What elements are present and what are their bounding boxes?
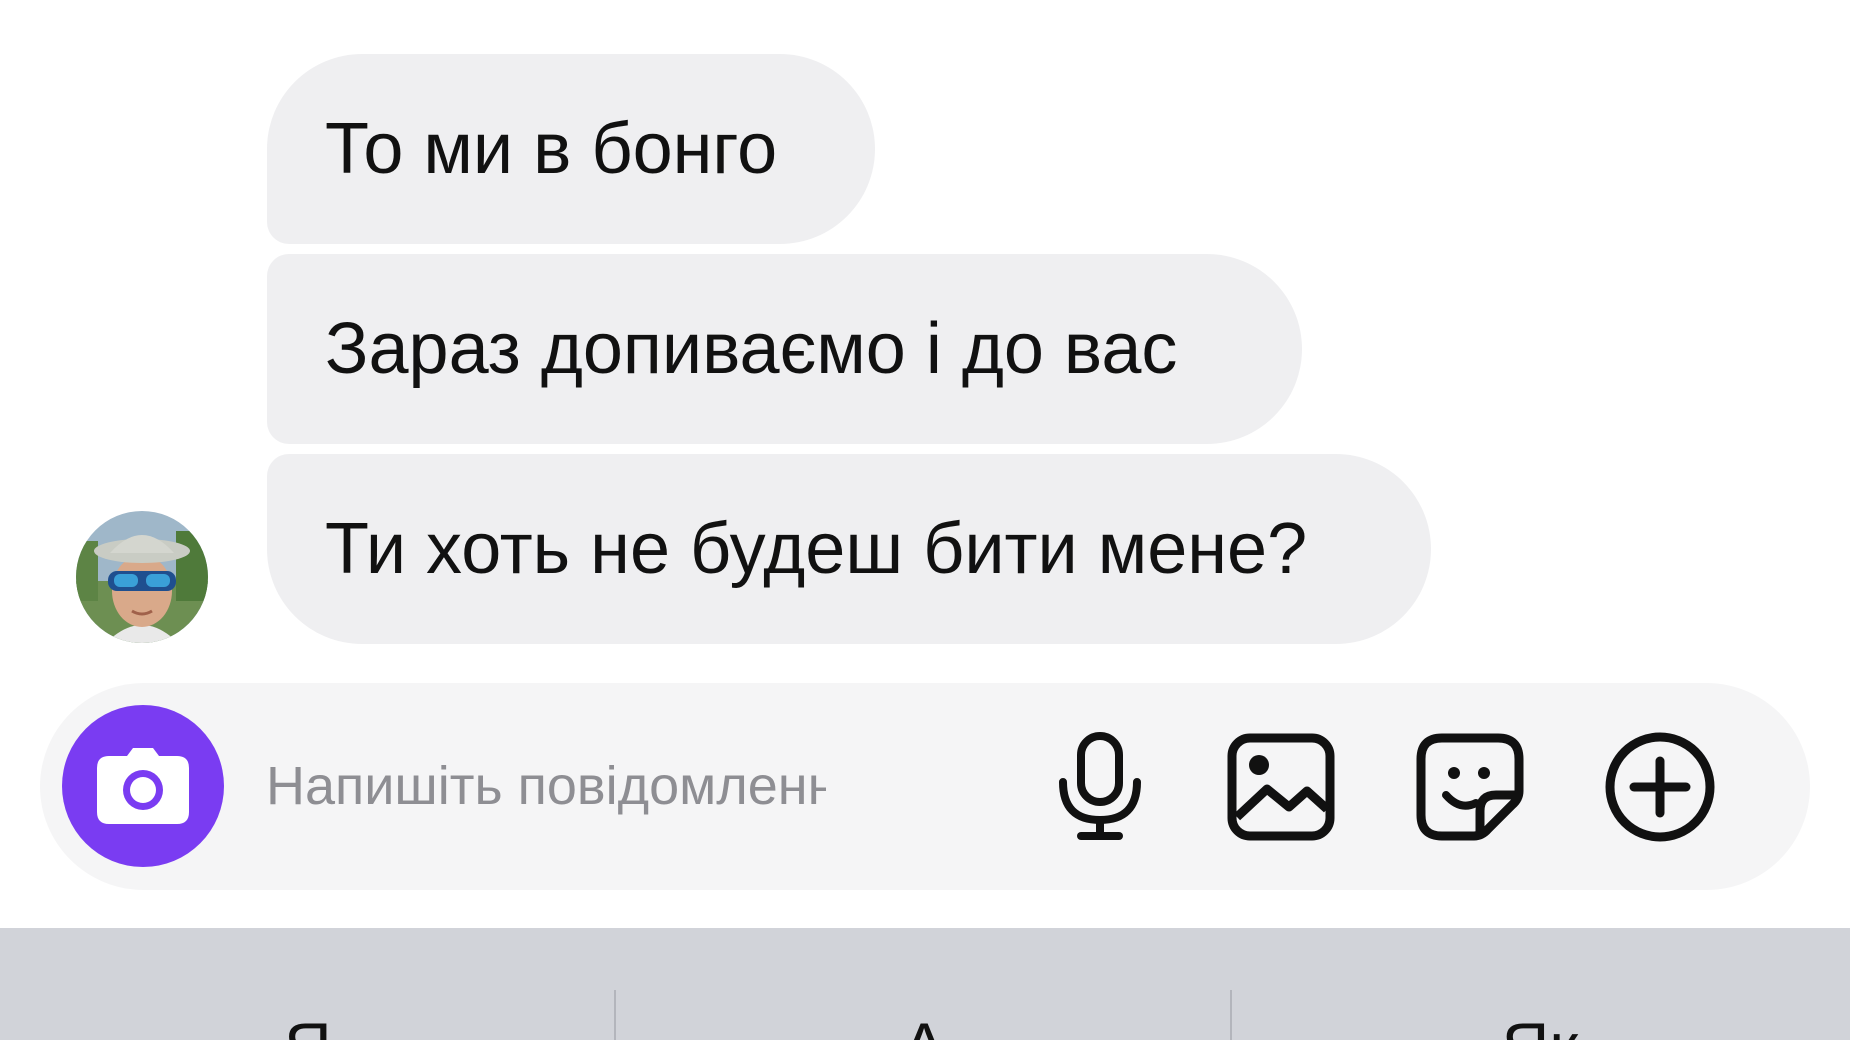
message-text: То ми в бонго — [325, 109, 778, 189]
message-input[interactable] — [266, 741, 826, 831]
microphone-icon — [1059, 732, 1141, 840]
avatar[interactable] — [76, 511, 208, 643]
suggestion-item[interactable]: Як — [1232, 1008, 1848, 1040]
message-list: То ми в бонго Зараз допиваємо і до вас Т… — [0, 0, 1850, 660]
image-icon — [1227, 733, 1335, 841]
sticker-icon — [1416, 733, 1524, 841]
chat-screen: То ми в бонго Зараз допиваємо і до вас Т… — [0, 0, 1850, 1040]
suggestion-item[interactable]: Я — [0, 1008, 616, 1040]
message-bubble[interactable]: То ми в бонго — [267, 54, 875, 244]
message-bubble[interactable]: Зараз допиваємо і до вас — [267, 254, 1302, 444]
message-bubble[interactable]: Ти хоть не будеш бити мене? — [267, 454, 1431, 644]
more-options-button[interactable] — [1600, 727, 1720, 847]
keyboard-suggestion-bar: Я А Як — [0, 928, 1850, 1040]
microphone-button[interactable] — [1040, 727, 1160, 847]
sticker-button[interactable] — [1410, 727, 1530, 847]
suggestion-item[interactable]: А — [616, 1008, 1232, 1040]
message-text: Ти хоть не будеш бити мене? — [325, 509, 1308, 589]
message-composer — [40, 683, 1810, 890]
avatar-image — [76, 511, 208, 643]
camera-icon — [97, 748, 189, 824]
gallery-button[interactable] — [1221, 727, 1341, 847]
message-text: Зараз допиваємо і до вас — [325, 309, 1178, 389]
plus-circle-icon — [1605, 732, 1715, 842]
camera-button[interactable] — [62, 705, 224, 867]
